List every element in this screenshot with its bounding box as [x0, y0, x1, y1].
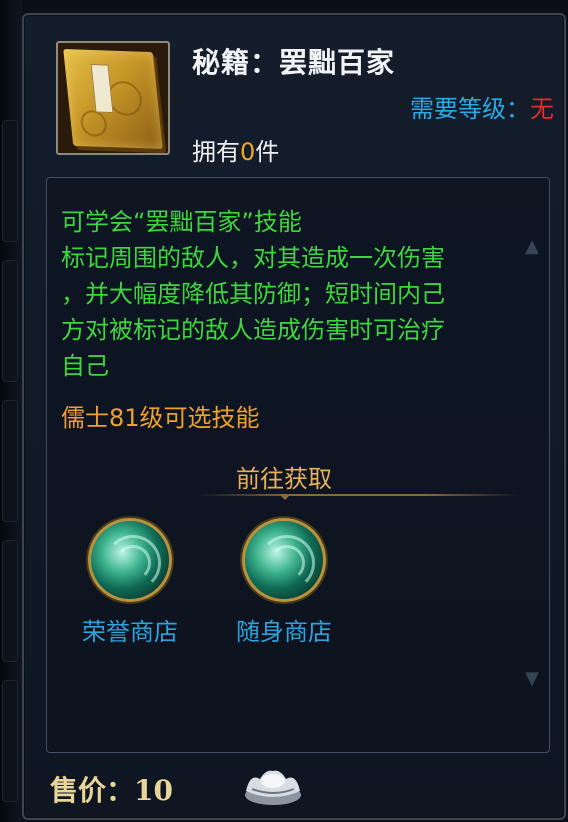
swirl-ring — [269, 545, 305, 581]
sell-price: 售价：10 — [50, 769, 173, 809]
acquire-title: 前往获取 — [236, 465, 332, 493]
acquire-divider — [197, 494, 521, 496]
level-label: 需要等级： — [410, 95, 530, 123]
background-slot — [2, 260, 18, 382]
jade-swirl-icon[interactable] — [242, 518, 326, 602]
jade-swirl-icon[interactable] — [88, 518, 172, 602]
item-title: 秘籍：罢黜百家 — [192, 46, 396, 79]
honor-shop-label[interactable]: 荣誉商店 — [65, 612, 195, 647]
owned-prefix: 拥有 — [192, 138, 240, 166]
book-pattern — [79, 109, 109, 138]
price-label: 售价： — [50, 774, 135, 807]
skill-description: 可学会“罢黜百家”技能 标记周围的敌人，对其造成一次伤害 ，并大幅度降低其防御；… — [61, 204, 511, 384]
description-line: 方对被标记的敌人造成伤害时可治疗 — [61, 316, 445, 344]
price-value: 10 — [134, 774, 173, 807]
divider-caret-icon — [279, 494, 291, 500]
background-slot — [2, 120, 18, 242]
owned-count: 拥有0件 — [192, 132, 279, 167]
portable-shop-button[interactable]: 随身商店 — [219, 518, 349, 647]
golden-book-icon — [63, 48, 163, 150]
background-slot — [2, 540, 18, 662]
item-tooltip-panel: 秘籍：罢黜百家 需要等级：无 拥有0件 可学会“罢黜百家”技能 标记周围的敌人，… — [22, 13, 566, 820]
description-line: 可学会“罢黜百家”技能 — [61, 208, 302, 236]
description-line: 自己 — [61, 352, 109, 380]
swirl-ring — [115, 545, 151, 581]
item-icon-frame — [56, 41, 170, 155]
portable-shop-label[interactable]: 随身商店 — [219, 612, 349, 647]
scroll-down-icon[interactable]: ▼ — [525, 668, 539, 689]
background-slot — [2, 400, 18, 522]
book-label — [90, 64, 114, 114]
owned-number: 0 — [240, 138, 256, 166]
class-requirement: 儒士81级可选技能 — [61, 404, 260, 432]
background-game-strip — [0, 0, 22, 822]
description-line: 标记周围的敌人，对其造成一次伤害 — [61, 244, 445, 272]
silver-ingot-icon — [245, 770, 301, 805]
level-requirement: 需要等级：无 — [410, 89, 554, 124]
description-line: ，并大幅度降低其防御；短时间内己 — [61, 280, 445, 308]
background-slot — [2, 680, 18, 802]
owned-suffix: 件 — [255, 138, 280, 166]
scroll-up-icon[interactable]: ▲ — [525, 236, 539, 257]
level-value: 无 — [530, 95, 554, 123]
honor-shop-button[interactable]: 荣誉商店 — [65, 518, 195, 647]
description-box[interactable]: 可学会“罢黜百家”技能 标记周围的敌人，对其造成一次伤害 ，并大幅度降低其防御；… — [46, 177, 550, 753]
